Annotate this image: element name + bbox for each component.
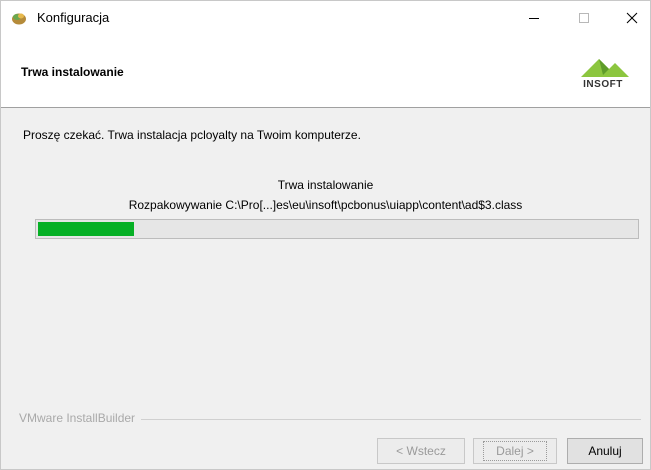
insoft-logo: INSOFT	[575, 53, 631, 95]
minimize-icon	[529, 18, 539, 19]
back-button-label: < Wstecz	[396, 444, 446, 458]
brand-label: VMware InstallBuilder	[19, 411, 142, 425]
progress-fill	[38, 222, 134, 236]
window-title: Konfiguracja	[37, 10, 110, 25]
installer-icon	[12, 13, 26, 25]
installer-window: Konfiguracja Trwa instalowanie INSOFT Pr…	[0, 0, 651, 470]
progress-bar	[35, 219, 639, 239]
page-title: Trwa instalowanie	[21, 65, 124, 79]
logo-mountain-icon	[581, 59, 629, 77]
maximize-button[interactable]	[561, 1, 607, 35]
install-message: Proszę czekać. Trwa instalacja pcloyalty…	[23, 128, 361, 142]
next-button-label: Dalej >	[483, 441, 547, 461]
maximize-icon	[579, 13, 589, 23]
back-button[interactable]: < Wstecz	[377, 438, 465, 464]
wizard-content: Proszę czekać. Trwa instalacja pcloyalty…	[1, 108, 650, 408]
wizard-header: Trwa instalowanie INSOFT	[1, 35, 650, 107]
next-button[interactable]: Dalej >	[473, 438, 557, 464]
cancel-button-label: Anuluj	[588, 444, 622, 458]
cancel-button[interactable]: Anuluj	[567, 438, 643, 464]
status-title: Trwa instalowanie	[277, 178, 374, 192]
logo-text: INSOFT	[583, 79, 623, 90]
minimize-button[interactable]	[511, 1, 557, 35]
close-button[interactable]	[609, 1, 651, 35]
close-icon	[626, 12, 638, 24]
status-detail: Rozpakowywanie C:\Pro[...]es\eu\insoft\p…	[128, 198, 523, 212]
title-bar: Konfiguracja	[1, 1, 650, 35]
